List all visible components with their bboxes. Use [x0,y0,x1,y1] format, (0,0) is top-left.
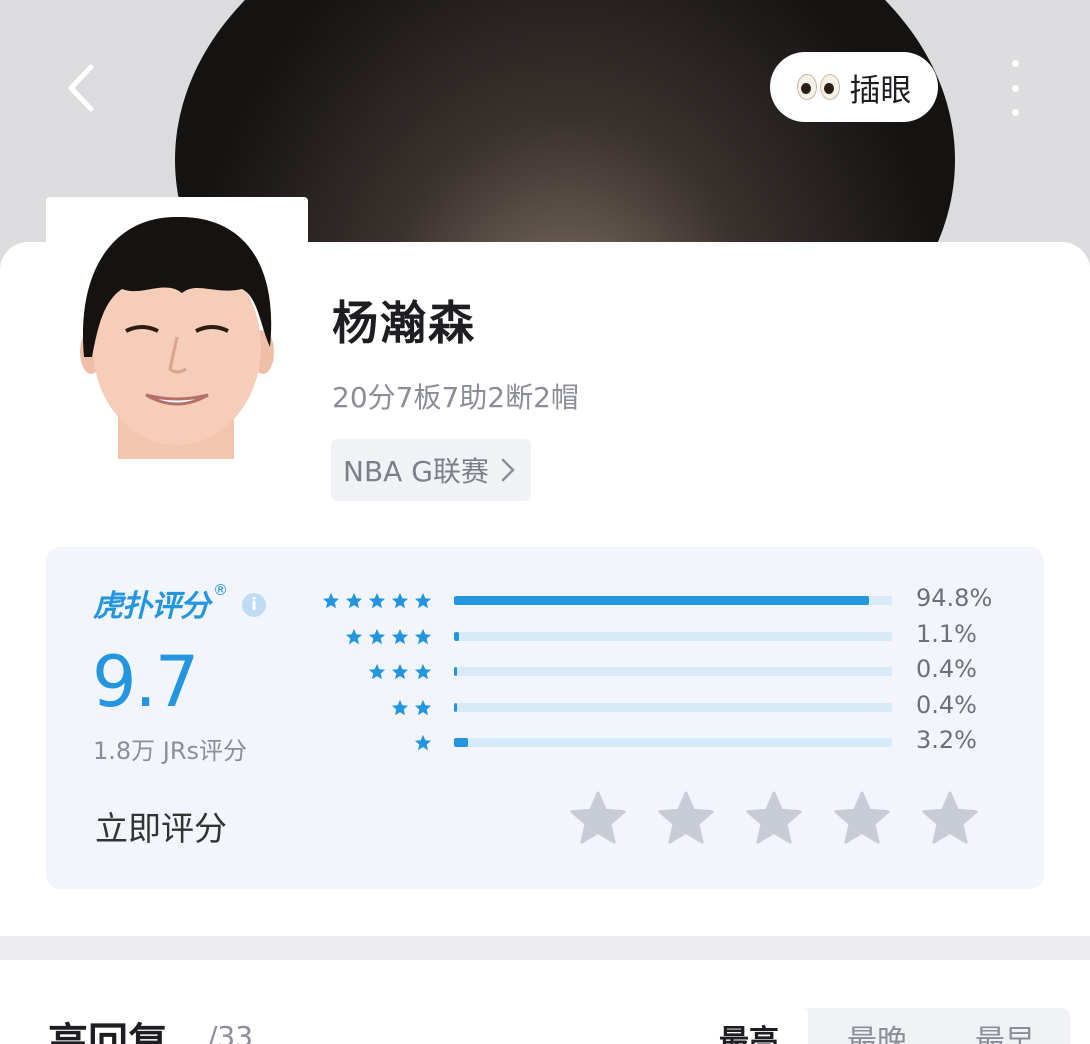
sort-tab-earliest[interactable]: 最早 [946,1008,1064,1044]
player-stat-line: 20分7板7助2断2帽 [332,381,579,414]
star-icon [345,592,363,609]
distribution-row-4: 1.1% [46,619,1044,652]
distribution-bar-fill [454,667,457,676]
star-icon [391,592,409,609]
comments-header: 高回复 /33 最高 最晚 最早 [0,960,1090,1044]
distribution-bar-track [454,631,892,641]
distribution-row-5: 94.8% [46,584,1044,616]
distribution-percent: 0.4% [916,655,977,683]
comment-count: /33 [208,1020,254,1044]
distribution-bar-track [454,667,892,676]
star-icon [414,592,432,609]
star-icon [322,592,340,609]
distribution-bar-fill [454,702,457,712]
watch-button[interactable]: 插眼 [770,52,938,122]
sort-tab-top[interactable]: 最高 [690,1008,808,1044]
star-icon [834,791,890,844]
star-icon [570,791,626,844]
star-icon [391,628,409,644]
watch-button-label: 插眼 [849,72,912,109]
star-icon [391,663,409,680]
star-icon [658,791,714,844]
section-divider [0,936,1090,960]
player-rating-page: 插眼 杨瀚森 20分7板7助2断2帽 NBA G联赛 虎扑评分 ® i 9.7 … [0,0,1090,1044]
distribution-percent: 0.4% [916,690,977,719]
star-icon [368,628,386,644]
distribution-stars [345,622,432,652]
distribution-bar-fill [454,631,459,641]
distribution-stars [391,693,432,723]
star-icon [414,628,432,644]
star-icon [368,663,386,680]
star-icon [414,663,432,680]
distribution-percent: 3.2% [916,726,977,754]
sort-tab-latest[interactable]: 最晚 [818,1008,936,1044]
star-icon [414,734,432,751]
league-tag[interactable]: NBA G联赛 [331,439,531,501]
eyes-emoji-icon [796,74,840,100]
more-vertical-icon [1011,60,1019,67]
distribution-bar-track [454,702,892,712]
section-title: 高回复 [48,1020,168,1044]
distribution-bar-fill [454,738,469,747]
distribution-row-1: 3.2% [46,726,1044,758]
distribution-bar-fill [454,596,870,605]
chevron-left-icon [68,64,94,112]
sort-tabs: 最高 最晚 最早 [690,1008,1070,1044]
player-avatar [46,197,308,461]
player-name: 杨瀚森 [332,296,476,350]
star-icon [345,628,363,644]
rating-panel: 虎扑评分 ® i 9.7 1.8万 JRs评分 立即评分 94.8% 1.1% 0.… [46,547,1044,889]
star-icon [368,592,386,609]
star-icon [746,791,802,844]
distribution-stars [368,657,432,687]
distribution-bar-track [454,596,892,605]
distribution-percent: 1.1% [916,619,977,648]
star-icon [391,699,409,715]
distribution-stars [414,728,432,758]
distribution-percent: 94.8% [916,584,993,612]
distribution-row-3: 0.4% [46,655,1044,687]
distribution-stars [322,586,432,616]
distribution-bar-track [454,738,892,747]
rate-star-5[interactable] [921,790,979,848]
rate-now-label[interactable]: 立即评分 [95,802,227,850]
league-label: NBA G联赛 [343,455,489,488]
rate-star-4[interactable] [833,790,891,848]
star-icon [414,699,432,715]
rate-star-1[interactable] [569,790,627,848]
rate-star-2[interactable] [657,790,715,848]
rating-input-stars [569,790,979,848]
back-button[interactable] [50,58,110,118]
star-icon [922,791,978,844]
rate-star-3[interactable] [745,790,803,848]
chevron-right-icon [501,458,515,482]
more-options-button[interactable] [998,60,1032,116]
distribution-row-2: 0.4% [46,690,1044,723]
